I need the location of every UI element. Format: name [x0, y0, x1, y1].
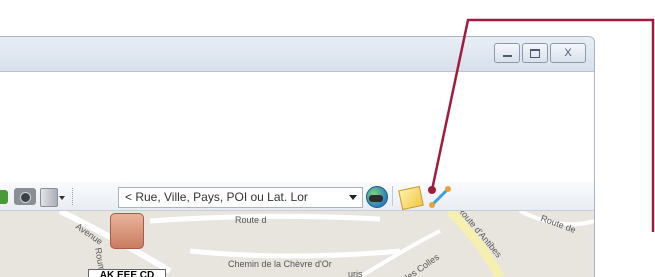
close-icon: X — [564, 47, 572, 59]
poi-marker[interactable] — [110, 213, 144, 249]
search-placeholder: < Rue, Ville, Pays, POI ou Lat. Lor — [125, 190, 308, 204]
binoculars-icon — [369, 195, 383, 202]
map-view[interactable]: Route d Avenue Roume Chemin de la Chèvre… — [0, 211, 594, 277]
globe-icon[interactable] — [366, 186, 388, 208]
route-icon[interactable] — [428, 185, 454, 209]
cube-icon[interactable] — [40, 188, 58, 207]
maximize-button[interactable] — [522, 43, 548, 63]
map-label: Route d — [235, 215, 267, 225]
chevron-down-icon[interactable] — [59, 196, 65, 200]
window-controls: X — [492, 43, 586, 63]
minimize-icon — [502, 55, 512, 57]
toolbar-separator — [392, 186, 393, 206]
application-window: X < Rue, Ville, Pays, POI ou Lat. Lor Ro… — [0, 36, 595, 277]
map-icon[interactable] — [0, 190, 8, 204]
maximize-icon — [530, 48, 540, 58]
search-input[interactable]: < Rue, Ville, Pays, POI ou Lat. Lor — [118, 187, 363, 208]
minimize-button[interactable] — [494, 43, 520, 63]
toolbar: < Rue, Ville, Pays, POI ou Lat. Lor — [0, 182, 594, 211]
camera-lens — [20, 192, 31, 203]
title-bar: X — [0, 37, 594, 72]
camera-icon[interactable] — [14, 188, 36, 205]
map-label: Chemin de la Chèvre d'Or — [228, 259, 332, 269]
content-area — [0, 72, 594, 182]
close-button[interactable]: X — [550, 43, 586, 63]
search-dropdown-icon[interactable] — [349, 195, 357, 200]
note-icon[interactable] — [398, 185, 424, 211]
toolbar-separator — [72, 188, 73, 205]
